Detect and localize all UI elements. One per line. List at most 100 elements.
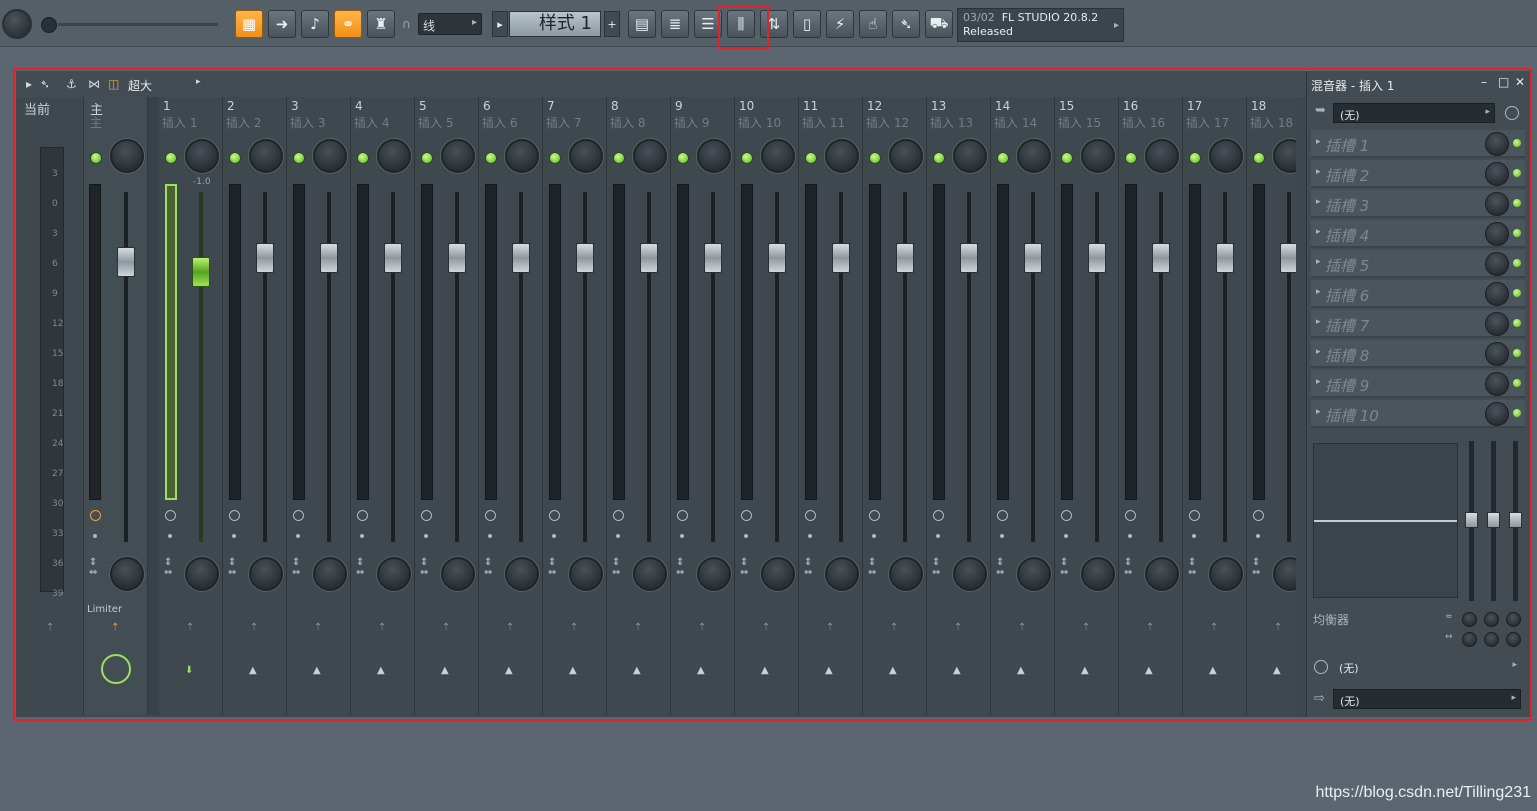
insert-strip-15[interactable]: 15 插入 15 ⇕ ⇔ ⇡ ▲	[1055, 97, 1119, 715]
insert-fader[interactable]	[384, 243, 402, 273]
slot-label[interactable]: 插槽 8	[1325, 345, 1369, 366]
insert-enable-led[interactable]	[1061, 152, 1073, 164]
insert-route-icon[interactable]: ⇡	[378, 622, 386, 633]
master-stereo-icon[interactable]: ⇕ ⇔	[89, 558, 97, 578]
slot-enable-led[interactable]	[1513, 409, 1521, 417]
insert-stereo-knob[interactable]	[569, 557, 603, 591]
master-pitch-knob[interactable]	[41, 17, 57, 33]
insert-stereo-knob[interactable]	[313, 557, 347, 591]
mixer-button[interactable]: ⫼	[727, 10, 755, 38]
insert-enable-led[interactable]	[869, 152, 881, 164]
insert-route-icon[interactable]: ⇡	[890, 622, 898, 633]
maximize-icon[interactable]: □	[1498, 75, 1509, 89]
master-fader[interactable]	[117, 247, 135, 277]
slot-label[interactable]: 插槽 7	[1325, 315, 1369, 336]
insert-strip-11[interactable]: 11 插入 11 ⇕ ⇔ ⇡ ▲	[799, 97, 863, 715]
square-icon[interactable]: ◫	[108, 77, 119, 91]
insert-name[interactable]: 插入 2	[226, 114, 261, 131]
menu-arrow-icon[interactable]: ▸	[26, 77, 32, 91]
insert-fader[interactable]	[640, 243, 658, 273]
mode-arrow-icon[interactable]: ▸	[196, 77, 201, 87]
insert-delay-icon[interactable]	[357, 510, 368, 521]
insert-stereo-icon[interactable]: ⇕ ⇔	[612, 558, 620, 578]
insert-route-icon[interactable]: ⇡	[314, 622, 322, 633]
insert-pan-knob[interactable]	[441, 139, 475, 173]
browser-button[interactable]: ▯	[793, 10, 821, 38]
master-stereo-knob[interactable]	[110, 557, 144, 591]
eq-bw-knob-2[interactable]	[1484, 632, 1499, 647]
eq-freq-knob-3[interactable]	[1506, 612, 1521, 627]
effect-slot-8[interactable]: ▸ 插槽 8	[1311, 340, 1525, 368]
eq-freq-knob-1[interactable]	[1462, 612, 1477, 627]
insert-strip-13[interactable]: 13 插入 13 ⇕ ⇔ ⇡ ▲	[927, 97, 991, 715]
slot-label[interactable]: 插槽 2	[1325, 165, 1369, 186]
insert-delay-icon[interactable]	[165, 510, 176, 521]
insert-enable-led[interactable]	[421, 152, 433, 164]
effect-slot-10[interactable]: ▸ 插槽 10	[1311, 400, 1525, 428]
insert-delay-icon[interactable]	[805, 510, 816, 521]
eq-bw-knob-3[interactable]	[1506, 632, 1521, 647]
insert-send-arrow-icon[interactable]: ▲	[1273, 665, 1281, 676]
insert-enable-led[interactable]	[293, 152, 305, 164]
insert-stereo-knob[interactable]	[633, 557, 667, 591]
insert-send-arrow-icon[interactable]: ▲	[313, 665, 321, 676]
insert-stereo-knob[interactable]	[249, 557, 283, 591]
slot-menu-arrow-icon[interactable]: ▸	[1316, 407, 1321, 417]
insert-stereo-knob[interactable]	[1209, 557, 1243, 591]
insert-stereo-icon[interactable]: ⇕ ⇔	[1060, 558, 1068, 578]
pattern-selector[interactable]: 样式 1	[509, 11, 601, 37]
insert-stereo-knob[interactable]	[953, 557, 987, 591]
insert-stereo-icon[interactable]: ⇕ ⇔	[932, 558, 940, 578]
effect-slot-6[interactable]: ▸ 插槽 6	[1311, 280, 1525, 308]
insert-pan-knob[interactable]	[825, 139, 859, 173]
effect-slot-4[interactable]: ▸ 插槽 4	[1311, 220, 1525, 248]
insert-route-icon[interactable]: ⇡	[1082, 622, 1090, 633]
latency-dropdown[interactable]: (无)	[1333, 657, 1521, 677]
slot-label[interactable]: 插槽 3	[1325, 195, 1369, 216]
slot-enable-led[interactable]	[1513, 139, 1521, 147]
eq-mid-cap[interactable]	[1487, 512, 1500, 528]
piano-roll-button[interactable]: ≣	[661, 10, 689, 38]
insert-route-icon[interactable]: ⇡	[1210, 622, 1218, 633]
insert-send-arrow-icon[interactable]: ▲	[825, 665, 833, 676]
insert-fader[interactable]	[576, 243, 594, 273]
insert-enable-led[interactable]	[1253, 152, 1265, 164]
slot-mix-knob[interactable]	[1485, 342, 1509, 366]
insert-route-icon[interactable]: ⇡	[1274, 622, 1282, 633]
insert-pan-knob[interactable]	[1081, 139, 1115, 173]
slot-enable-led[interactable]	[1513, 349, 1521, 357]
insert-stereo-icon[interactable]: ⇕ ⇔	[548, 558, 556, 578]
insert-stereo-icon[interactable]: ⇕ ⇔	[740, 558, 748, 578]
insert-stereo-icon[interactable]: ⇕ ⇔	[804, 558, 812, 578]
insert-pan-knob[interactable]	[761, 139, 795, 173]
insert-fader[interactable]	[704, 243, 722, 273]
slot-label[interactable]: 插槽 9	[1325, 375, 1369, 396]
insert-send-arrow-icon[interactable]: ⬇	[185, 665, 193, 676]
insert-name[interactable]: 插入 16	[1122, 114, 1165, 131]
insert-delay-icon[interactable]	[741, 510, 752, 521]
insert-send-arrow-icon[interactable]: ▲	[761, 665, 769, 676]
insert-stereo-icon[interactable]: ⇕ ⇔	[420, 558, 428, 578]
effect-slot-1[interactable]: ▸ 插槽 1	[1311, 130, 1525, 158]
insert-delay-icon[interactable]	[293, 510, 304, 521]
insert-stereo-knob[interactable]	[1081, 557, 1115, 591]
insert-name[interactable]: 插入 17	[1186, 114, 1229, 131]
insert-delay-icon[interactable]	[997, 510, 1008, 521]
insert-strip-2[interactable]: 2 插入 2 ⇕ ⇔ ⇡ ▲	[223, 97, 287, 715]
insert-fader[interactable]	[448, 243, 466, 273]
insert-strip-9[interactable]: 9 插入 9 ⇕ ⇔ ⇡ ▲	[671, 97, 735, 715]
insert-delay-icon[interactable]	[1189, 510, 1200, 521]
insert-send-arrow-icon[interactable]: ▲	[633, 665, 641, 676]
insert-pan-knob[interactable]	[633, 139, 667, 173]
insert-stereo-icon[interactable]: ⇕ ⇔	[868, 558, 876, 578]
insert-stereo-icon[interactable]: ⇕ ⇔	[996, 558, 1004, 578]
slot-enable-led[interactable]	[1513, 229, 1521, 237]
insert-enable-led[interactable]	[933, 152, 945, 164]
slot-label[interactable]: 插槽 4	[1325, 225, 1369, 246]
insert-send-arrow-icon[interactable]: ▲	[569, 665, 577, 676]
insert-name[interactable]: 插入 10	[738, 114, 781, 131]
slot-menu-arrow-icon[interactable]: ▸	[1316, 137, 1321, 147]
insert-send-arrow-icon[interactable]: ▲	[1081, 665, 1089, 676]
insert-fader[interactable]	[896, 243, 914, 273]
insert-strip-8[interactable]: 8 插入 8 ⇕ ⇔ ⇡ ▲	[607, 97, 671, 715]
